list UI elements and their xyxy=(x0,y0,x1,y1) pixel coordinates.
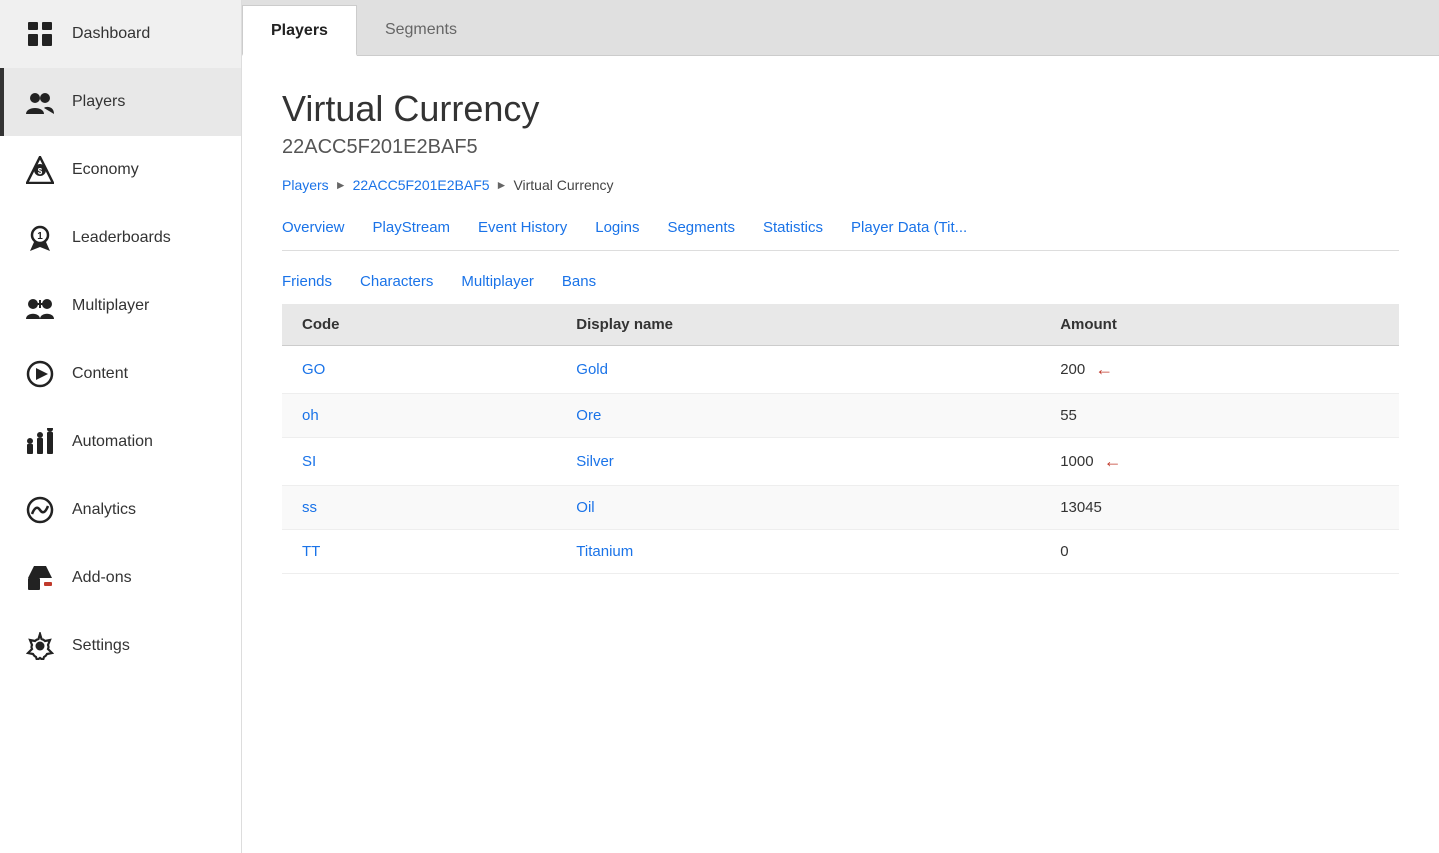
nav-link-statistics[interactable]: Statistics xyxy=(763,215,823,240)
table-cell-code[interactable]: SI xyxy=(282,438,556,486)
nav-divider xyxy=(282,250,1399,251)
breadcrumb-players[interactable]: Players xyxy=(282,177,329,193)
sidebar-label-content: Content xyxy=(72,365,128,383)
nav-link-multiplayer[interactable]: Multiplayer xyxy=(461,269,534,294)
sidebar-item-multiplayer[interactable]: Multiplayer xyxy=(0,272,241,340)
amount-with-arrow: 200 ← xyxy=(1060,359,1113,380)
breadcrumb-id[interactable]: 22ACC5F201E2BAF5 xyxy=(353,177,490,193)
nav-link-playstream[interactable]: PlayStream xyxy=(373,215,451,240)
nav-link-logins[interactable]: Logins xyxy=(595,215,639,240)
breadcrumb-sep-1: ► xyxy=(335,178,347,192)
table-cell-code[interactable]: ss xyxy=(282,486,556,530)
sidebar-item-analytics[interactable]: Analytics xyxy=(0,476,241,544)
sidebar-label-dashboard: Dashboard xyxy=(72,25,150,43)
addons-icon xyxy=(24,562,56,594)
sidebar-label-leaderboards: Leaderboards xyxy=(72,229,171,247)
sidebar-label-addons: Add-ons xyxy=(72,569,132,587)
leaderboards-icon: 1 xyxy=(24,222,56,254)
table-cell-amount: 0 xyxy=(1040,530,1399,574)
sidebar-item-content[interactable]: Content xyxy=(0,340,241,408)
sidebar-item-settings[interactable]: Settings xyxy=(0,612,241,680)
table-cell-amount: 55 xyxy=(1040,394,1399,438)
table-cell-code[interactable]: GO xyxy=(282,346,556,394)
amount-value: 200 xyxy=(1060,361,1085,378)
table-row: TTTitanium0 xyxy=(282,530,1399,574)
table-cell-code[interactable]: oh xyxy=(282,394,556,438)
amount-value: 1000 xyxy=(1060,453,1093,470)
table-row: GOGold 200 ← xyxy=(282,346,1399,394)
table-cell-amount: 1000 ← xyxy=(1040,438,1399,486)
sidebar-label-economy: Economy xyxy=(72,161,139,179)
table-cell-display-name[interactable]: Oil xyxy=(556,486,1040,530)
content-area: Virtual Currency 22ACC5F201E2BAF5 Player… xyxy=(242,56,1439,853)
table-cell-amount: 200 ← xyxy=(1040,346,1399,394)
sidebar-item-players[interactable]: Players xyxy=(0,68,241,136)
players-icon xyxy=(24,86,56,118)
sidebar-item-leaderboards[interactable]: 1 Leaderboards xyxy=(0,204,241,272)
nav-link-friends[interactable]: Friends xyxy=(282,269,332,294)
red-arrow-icon: ← xyxy=(1104,451,1122,472)
nav-link-event-history[interactable]: Event History xyxy=(478,215,567,240)
tab-players[interactable]: Players xyxy=(242,5,357,56)
sidebar-label-analytics: Analytics xyxy=(72,501,136,519)
nav-link-segments[interactable]: Segments xyxy=(667,215,735,240)
svg-text:$: $ xyxy=(38,167,43,176)
nav-links-row2: Friends Characters Multiplayer Bans xyxy=(282,269,1399,294)
sidebar-label-players: Players xyxy=(72,93,125,111)
sidebar-label-automation: Automation xyxy=(72,433,153,451)
dashboard-icon xyxy=(24,18,56,50)
table-cell-display-name[interactable]: Silver xyxy=(556,438,1040,486)
multiplayer-icon xyxy=(24,290,56,322)
breadcrumb: Players ► 22ACC5F201E2BAF5 ► Virtual Cur… xyxy=(282,177,1399,193)
page-title: Virtual Currency xyxy=(282,88,1399,130)
table-cell-display-name[interactable]: Ore xyxy=(556,394,1040,438)
tab-bar: Players Segments xyxy=(242,0,1439,56)
nav-link-characters[interactable]: Characters xyxy=(360,269,433,294)
settings-icon xyxy=(24,630,56,662)
breadcrumb-current: Virtual Currency xyxy=(513,177,613,193)
sidebar-label-multiplayer: Multiplayer xyxy=(72,297,149,315)
table-cell-display-name[interactable]: Gold xyxy=(556,346,1040,394)
red-arrow-icon: ← xyxy=(1095,359,1113,380)
amount-with-arrow: 1000 ← xyxy=(1060,451,1121,472)
table-row: SISilver 1000 ← xyxy=(282,438,1399,486)
svg-text:1: 1 xyxy=(37,231,43,242)
sidebar: Dashboard Players $ Economy 1 xyxy=(0,0,242,853)
nav-link-overview[interactable]: Overview xyxy=(282,215,345,240)
sidebar-item-automation[interactable]: Automation xyxy=(0,408,241,476)
table-row: ssOil13045 xyxy=(282,486,1399,530)
sidebar-item-dashboard[interactable]: Dashboard xyxy=(0,0,241,68)
table-cell-display-name[interactable]: Titanium xyxy=(556,530,1040,574)
nav-links-row1: Overview PlayStream Event History Logins… xyxy=(282,215,1399,240)
economy-icon: $ xyxy=(24,154,56,186)
tab-segments[interactable]: Segments xyxy=(357,5,485,55)
table-row: ohOre55 xyxy=(282,394,1399,438)
table-cell-code[interactable]: TT xyxy=(282,530,556,574)
sidebar-item-economy[interactable]: $ Economy xyxy=(0,136,241,204)
col-header-code: Code xyxy=(282,304,556,346)
content-icon xyxy=(24,358,56,390)
breadcrumb-sep-2: ► xyxy=(496,178,508,192)
table-cell-amount: 13045 xyxy=(1040,486,1399,530)
sidebar-item-addons[interactable]: Add-ons xyxy=(0,544,241,612)
analytics-icon xyxy=(24,494,56,526)
nav-link-player-data[interactable]: Player Data (Tit... xyxy=(851,215,967,240)
automation-icon xyxy=(24,426,56,458)
main-content: Players Segments Virtual Currency 22ACC5… xyxy=(242,0,1439,853)
sidebar-label-settings: Settings xyxy=(72,637,130,655)
col-header-amount: Amount xyxy=(1040,304,1399,346)
virtual-currency-table: Code Display name Amount GOGold 200 ← oh… xyxy=(282,304,1399,574)
nav-link-bans[interactable]: Bans xyxy=(562,269,596,294)
col-header-display-name: Display name xyxy=(556,304,1040,346)
page-subtitle: 22ACC5F201E2BAF5 xyxy=(282,136,1399,159)
